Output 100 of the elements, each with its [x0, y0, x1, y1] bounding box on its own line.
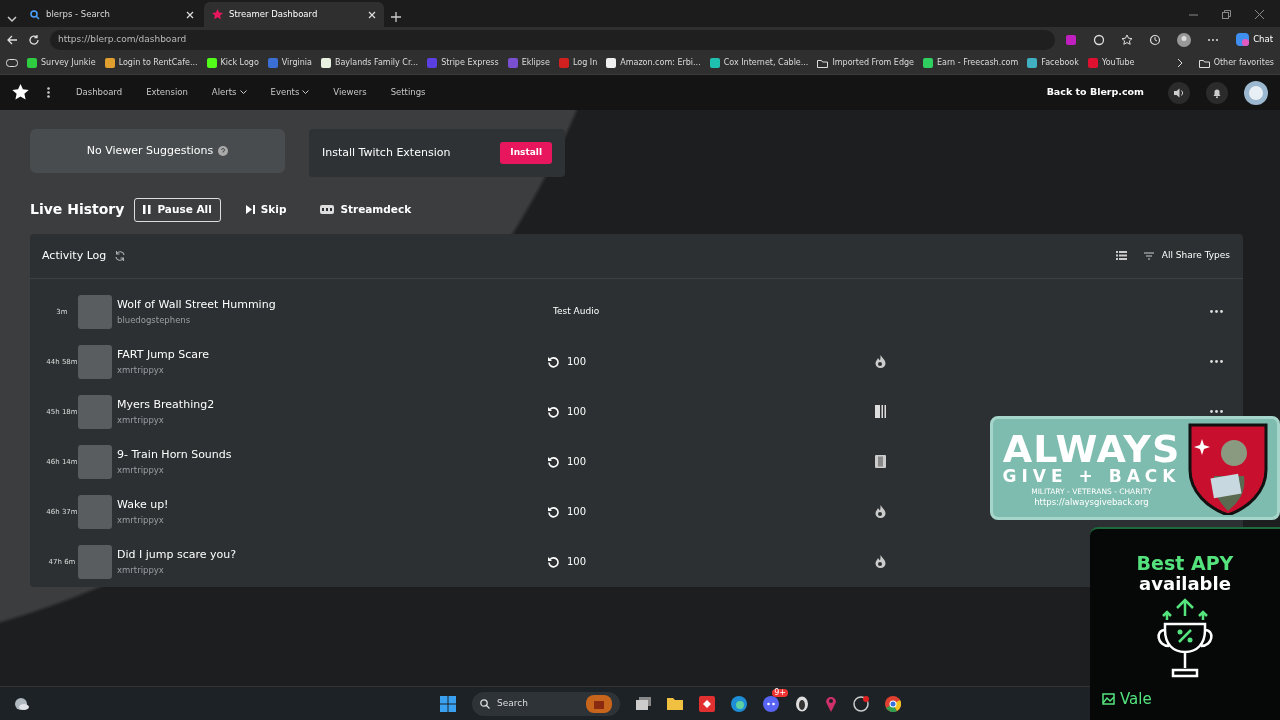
bookmark-folder[interactable]: Other favorites	[1198, 57, 1274, 69]
flame-icon	[875, 355, 886, 369]
replay-icon[interactable]	[547, 505, 559, 518]
browser-tab[interactable]: blerps - Search	[22, 2, 202, 27]
blerp-logo-icon[interactable]	[12, 84, 29, 101]
promo-heading: available	[1139, 573, 1231, 594]
bookmark-link[interactable]: Cox Internet, Cable...	[709, 57, 809, 69]
username: xmrtrippyx	[117, 564, 165, 577]
install-button[interactable]: Install	[500, 142, 552, 164]
speaker-icon[interactable]	[1168, 81, 1190, 104]
chrome-icon[interactable]	[885, 695, 901, 712]
collections-icon[interactable]	[6, 59, 18, 67]
notification-badge: 9+	[772, 688, 788, 698]
bookmark-link[interactable]: Log In	[558, 57, 598, 69]
taskbar-search-field[interactable]: Search	[472, 691, 620, 716]
windows-start-icon[interactable]	[440, 695, 456, 712]
gamepad-icon	[320, 205, 335, 215]
bookmark-link[interactable]: Virginia	[267, 57, 312, 69]
refresh-icon[interactable]	[114, 249, 127, 262]
app-icon[interactable]	[795, 695, 809, 712]
bookmark-link[interactable]: Earn - Freecash.com	[923, 57, 1019, 69]
kebab-menu-icon[interactable]	[47, 87, 50, 98]
username: xmrtrippyx	[117, 364, 165, 377]
chevron-right-icon[interactable]	[1176, 58, 1183, 68]
back-icon[interactable]	[6, 33, 18, 46]
replay-icon[interactable]	[547, 455, 559, 468]
action-button[interactable]: Pause All	[134, 198, 221, 222]
photo-placeholder	[78, 394, 112, 429]
app-icon[interactable]	[853, 695, 869, 712]
filter-button[interactable]: All Share Types	[1142, 248, 1231, 264]
volume-value: 100	[567, 555, 587, 570]
browser-icon[interactable]	[731, 695, 747, 712]
photo-placeholder	[78, 294, 112, 329]
replay-icon[interactable]	[547, 555, 559, 568]
bookmark-link[interactable]: Login to RentCafe...	[104, 57, 198, 69]
back-link[interactable]: Back to Blerp.com	[1046, 85, 1144, 100]
username: xmrtrippyx	[117, 414, 165, 427]
replay-icon[interactable]	[547, 355, 559, 368]
volume-value: 100	[567, 405, 587, 420]
suggestions-text: No Viewer Suggestions	[86, 142, 214, 159]
bookmark-link[interactable]: Amazon.com: Erbi...	[606, 57, 701, 69]
bookmark-link[interactable]: Baylands Family Cr...	[320, 57, 419, 69]
bookmark-link[interactable]: Imported From Edge	[817, 57, 914, 69]
more-icon[interactable]	[1210, 410, 1223, 414]
nav-link[interactable]: Alerts	[211, 86, 247, 99]
caret-icon	[239, 90, 247, 95]
search-icon	[30, 9, 40, 20]
profile-icon[interactable]	[1177, 32, 1192, 47]
folder-icon	[1198, 58, 1210, 68]
flame-icon	[875, 505, 886, 519]
photo-placeholder	[78, 344, 112, 379]
bookmark-link[interactable]: Eklipse	[507, 57, 550, 69]
help-icon[interactable]	[218, 146, 229, 156]
more-icon[interactable]	[1210, 360, 1223, 364]
bookmark-link[interactable]: Kick Logo	[206, 57, 259, 69]
weather-icon[interactable]	[14, 696, 30, 711]
bookmark-link[interactable]: Facebook	[1027, 57, 1079, 69]
more-icon[interactable]	[1210, 310, 1223, 314]
action-button[interactable]: Streamdeck	[311, 198, 421, 222]
promo-heading: Best APY	[1136, 553, 1234, 574]
sound-title: Wolf of Wall Street Humming	[117, 296, 277, 313]
bars-icon	[875, 405, 886, 419]
favorites-icon[interactable]	[1121, 33, 1134, 46]
bookmark-link[interactable]: YouTube	[1087, 57, 1135, 69]
sound-title: Did I jump scare you?	[117, 546, 238, 563]
app-icon[interactable]	[699, 695, 715, 712]
browser-tab[interactable]: Streamer Dashboard	[204, 2, 384, 27]
sound-title: 9- Train Horn Sounds	[117, 446, 233, 463]
brand-name: Vale	[1102, 687, 1152, 710]
photo-placeholder	[78, 494, 112, 529]
nav-link[interactable]: Events	[270, 86, 310, 99]
bell-icon[interactable]	[1206, 81, 1228, 104]
folder-icon[interactable]	[667, 697, 683, 710]
sound-title: FART Jump Scare	[117, 346, 211, 363]
chat-button[interactable]: Chat	[1235, 32, 1274, 47]
volume-value: 100	[567, 355, 587, 370]
address-bar[interactable]: https://blerp.com/dashboard	[50, 29, 1056, 50]
restore-icon[interactable]	[1222, 10, 1231, 19]
install-text: Install Twitch Extension	[322, 144, 451, 161]
refresh-icon[interactable]	[28, 33, 40, 46]
bookmark-link[interactable]: Stripe Express	[427, 57, 499, 69]
bookmark-link[interactable]: Survey Junkie	[27, 57, 96, 69]
volume-value: 100	[567, 505, 587, 520]
nav-link[interactable]: Dashboard	[76, 86, 123, 99]
nav-link[interactable]: Viewers	[333, 86, 367, 99]
avatar-icon[interactable]	[1244, 80, 1268, 105]
task-view-icon[interactable]	[636, 697, 651, 710]
pin-icon[interactable]	[825, 695, 837, 712]
list-view-icon[interactable]	[1115, 251, 1127, 261]
more-icon[interactable]	[1207, 37, 1220, 42]
chat-app-icon[interactable]	[763, 695, 779, 712]
banner-url: https://alwaysgiveback.org	[1034, 497, 1149, 506]
banner-heading: GIVE + BACK	[1002, 468, 1181, 485]
action-button[interactable]: Skip	[236, 198, 296, 222]
history-icon[interactable]	[1149, 33, 1162, 46]
skip-icon	[245, 205, 255, 215]
nav-link[interactable]: Settings	[390, 86, 426, 99]
replay-icon[interactable]	[547, 405, 559, 418]
sound-title: Myers Breathing2	[117, 396, 216, 413]
nav-link[interactable]: Extension	[146, 86, 188, 99]
